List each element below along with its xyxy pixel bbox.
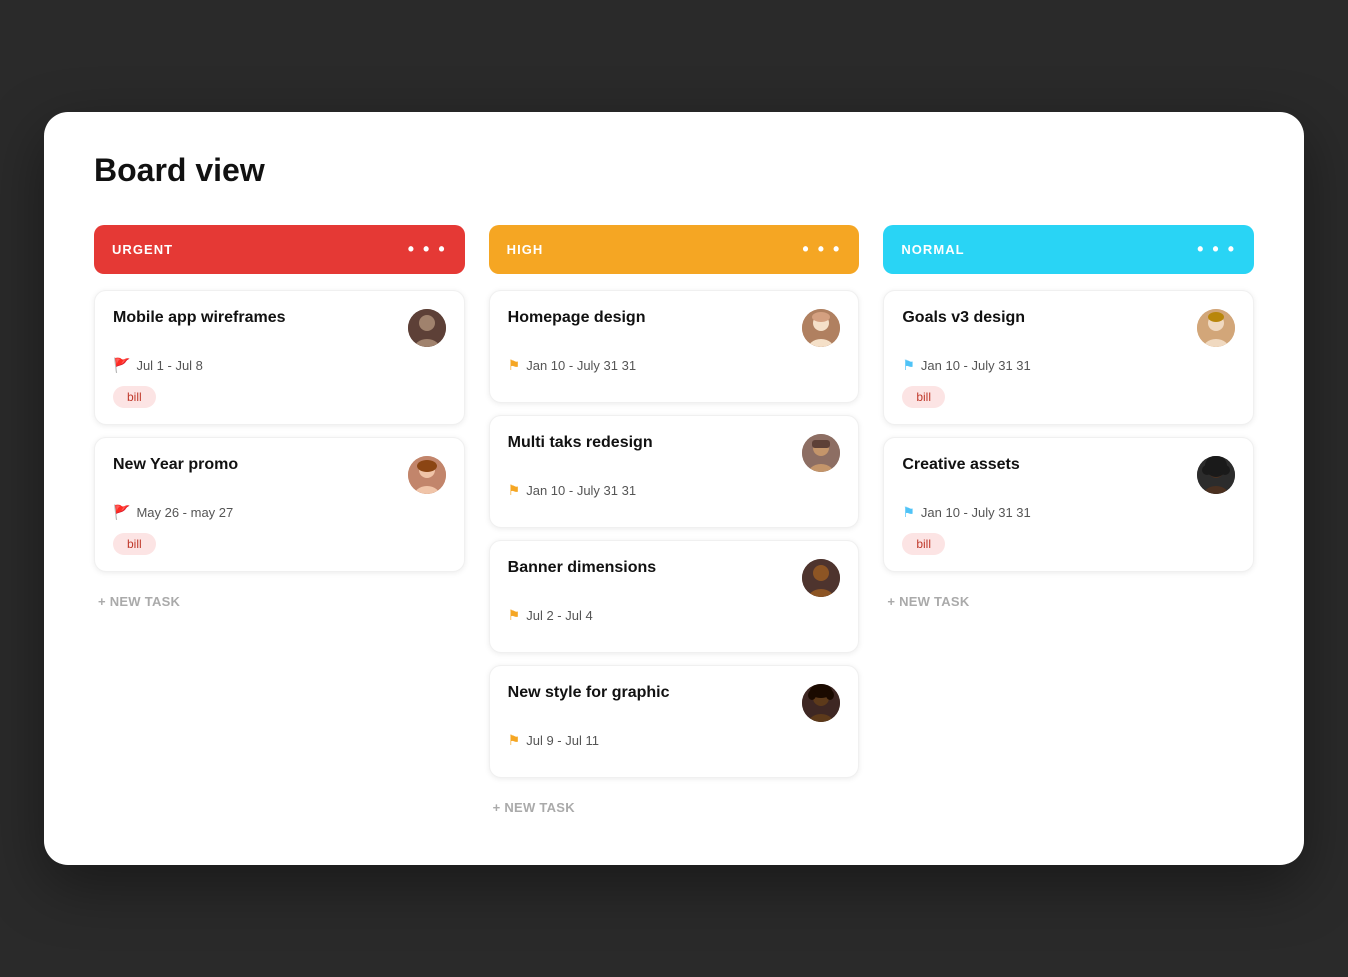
task-card-6: New style for graphic [489,665,860,778]
task-date-4: ⚑ Jan 10 - July 31 31 [508,482,841,499]
task-card-header-8: Creative assets [902,456,1235,494]
date-text-4: Jan 10 - July 31 31 [526,483,636,498]
board-columns: URGENT • • • Mobile app wireframes [94,225,1254,815]
task-date-1: 🚩 Jul 1 - Jul 8 [113,357,446,374]
avatar-2 [408,456,446,494]
avatar-3 [802,309,840,347]
task-card-header-4: Multi taks redesign [508,434,841,472]
column-label-high: HIGH [507,242,544,257]
date-text-8: Jan 10 - July 31 31 [921,505,1031,520]
task-title-2: New Year promo [113,456,408,474]
task-date-5: ⚑ Jul 2 - Jul 4 [508,607,841,624]
task-date-7: ⚑ Jan 10 - July 31 31 [902,357,1235,374]
task-card-7: Goals v3 design ⚑ Jan 10 - July 31 31 [883,290,1254,425]
flag-icon-6: ⚑ [508,732,521,749]
avatar-7 [1197,309,1235,347]
flag-icon-2: 🚩 [113,504,130,521]
avatar-5 [802,559,840,597]
task-card-header-3: Homepage design [508,309,841,347]
column-menu-normal[interactable]: • • • [1197,239,1236,260]
task-card-1: Mobile app wireframes 🚩 Jul 1 - Jul 8 bi… [94,290,465,425]
tag-1: bill [113,386,156,408]
column-menu-high[interactable]: • • • [802,239,841,260]
new-task-btn-high[interactable]: + NEW TASK [489,790,860,815]
flag-icon-5: ⚑ [508,607,521,624]
task-title-3: Homepage design [508,309,803,327]
task-title-8: Creative assets [902,456,1197,474]
page-title: Board view [94,152,1254,189]
new-task-btn-normal[interactable]: + NEW TASK [883,584,1254,609]
task-card-5: Banner dimensions ⚑ Jul 2 - Jul 4 [489,540,860,653]
app-container: Board view URGENT • • • Mobile app wiref… [44,112,1304,865]
flag-icon-7: ⚑ [902,357,915,374]
date-text-6: Jul 9 - Jul 11 [526,733,599,748]
task-date-3: ⚑ Jan 10 - July 31 31 [508,357,841,374]
column-menu-urgent[interactable]: • • • [408,239,447,260]
new-task-btn-urgent[interactable]: + NEW TASK [94,584,465,609]
task-card-header-1: Mobile app wireframes [113,309,446,347]
tag-2: bill [113,533,156,555]
column-header-urgent: URGENT • • • [94,225,465,274]
column-label-normal: NORMAL [901,242,964,257]
column-urgent: URGENT • • • Mobile app wireframes [94,225,465,609]
column-header-normal: NORMAL • • • [883,225,1254,274]
flag-icon-8: ⚑ [902,504,915,521]
task-date-2: 🚩 May 26 - may 27 [113,504,446,521]
task-date-6: ⚑ Jul 9 - Jul 11 [508,732,841,749]
date-text-5: Jul 2 - Jul 4 [526,608,592,623]
date-text-3: Jan 10 - July 31 31 [526,358,636,373]
tag-7: bill [902,386,945,408]
flag-icon-4: ⚑ [508,482,521,499]
task-title-4: Multi taks redesign [508,434,803,452]
column-label-urgent: URGENT [112,242,173,257]
date-text-2: May 26 - may 27 [136,505,233,520]
column-high: HIGH • • • Homepage design [489,225,860,815]
column-header-high: HIGH • • • [489,225,860,274]
task-title-1: Mobile app wireframes [113,309,408,327]
task-card-header-6: New style for graphic [508,684,841,722]
date-text-7: Jan 10 - July 31 31 [921,358,1031,373]
task-title-7: Goals v3 design [902,309,1197,327]
avatar-6 [802,684,840,722]
task-card-header-5: Banner dimensions [508,559,841,597]
task-card-2: New Year promo 🚩 May 26 - may 27 bil [94,437,465,572]
task-card-header-2: New Year promo [113,456,446,494]
task-card-3: Homepage design ⚑ Jan 10 - July 31 31 [489,290,860,403]
avatar-8 [1197,456,1235,494]
tag-8: bill [902,533,945,555]
task-card-4: Multi taks redesign ⚑ Jan 10 - July 31 3… [489,415,860,528]
column-normal: NORMAL • • • Goals v3 design [883,225,1254,609]
task-card-header-7: Goals v3 design [902,309,1235,347]
task-title-5: Banner dimensions [508,559,803,577]
task-title-6: New style for graphic [508,684,803,702]
date-text-1: Jul 1 - Jul 8 [136,358,202,373]
avatar-4 [802,434,840,472]
flag-icon-3: ⚑ [508,357,521,374]
avatar-1 [408,309,446,347]
task-card-8: Creative assets ⚑ [883,437,1254,572]
flag-icon-1: 🚩 [113,357,130,374]
task-date-8: ⚑ Jan 10 - July 31 31 [902,504,1235,521]
